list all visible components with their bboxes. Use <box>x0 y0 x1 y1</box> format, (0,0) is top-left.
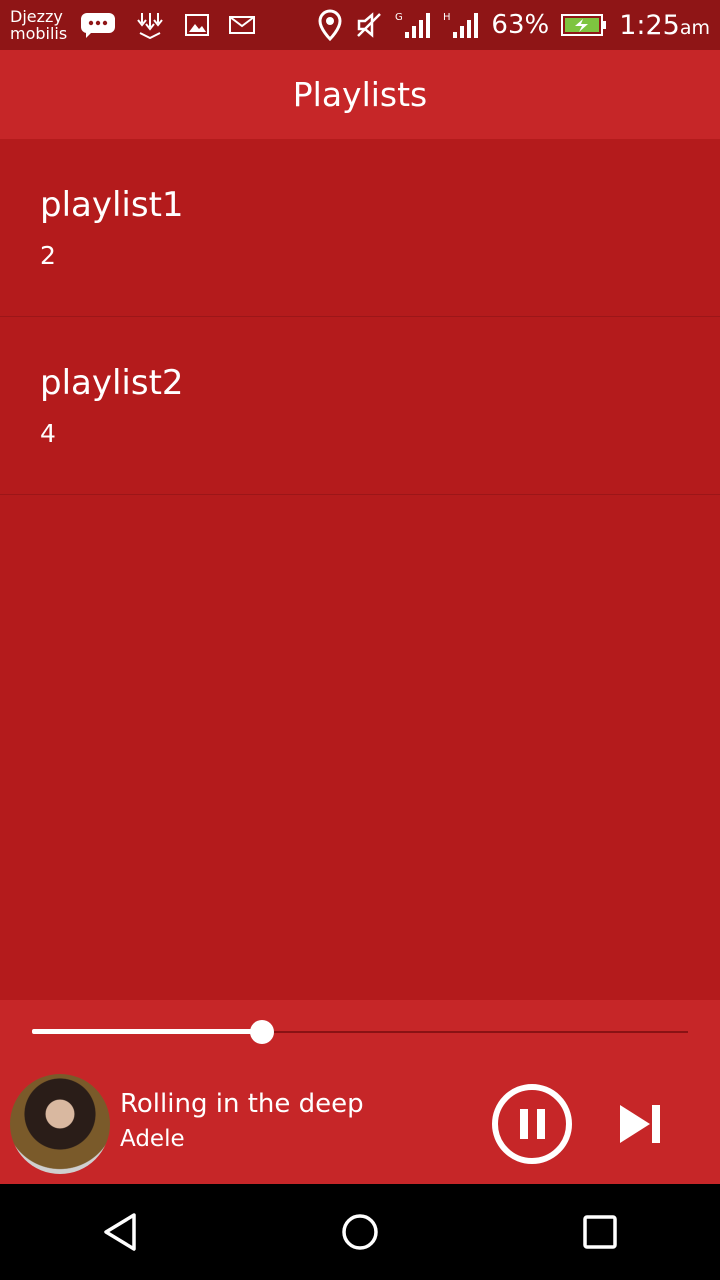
pause-icon <box>519 1109 528 1139</box>
home-icon <box>342 1214 378 1250</box>
playlist-song-count: 2 <box>40 241 56 270</box>
back-button[interactable] <box>90 1202 150 1262</box>
mail-icon <box>228 14 256 36</box>
clock-time: 1:25 <box>619 9 680 41</box>
now-playing-bar: Rolling in the deep Adele <box>0 1000 720 1184</box>
clock: 1:25am <box>619 10 710 41</box>
skip-next-icon <box>620 1105 660 1143</box>
seek-thumb[interactable] <box>249 1020 274 1044</box>
seek-progress <box>32 1029 262 1034</box>
signal-h-icon: H <box>443 10 479 40</box>
signal-g-icon: G <box>395 10 431 40</box>
carrier-label: Djezzy mobilis <box>10 8 72 42</box>
playlist-name: playlist2 <box>40 363 184 403</box>
album-art[interactable] <box>10 1074 110 1174</box>
playlist-list: playlist1 2 playlist2 4 <box>0 139 720 495</box>
track-title: Rolling in the deep <box>120 1089 364 1119</box>
app-bar: Playlists <box>0 50 720 139</box>
status-bar: Djezzy mobilis G H 63% 1:25am <box>0 0 720 50</box>
pause-button[interactable] <box>492 1084 572 1164</box>
playlist-song-count: 4 <box>40 419 56 448</box>
carrier-line1: Djezzy <box>10 7 63 26</box>
home-button[interactable] <box>330 1202 390 1262</box>
download-icon <box>134 11 166 39</box>
location-icon <box>317 9 343 41</box>
carrier-line2: mobilis <box>10 24 68 43</box>
svg-text:H: H <box>443 12 451 23</box>
next-button[interactable] <box>618 1102 662 1146</box>
mute-icon <box>355 11 383 39</box>
system-nav-bar <box>0 1184 720 1280</box>
message-icon <box>80 12 116 38</box>
image-icon <box>184 13 210 37</box>
track-artist: Adele <box>120 1126 185 1152</box>
battery-charging-icon <box>561 13 607 37</box>
svg-text:G: G <box>395 12 403 23</box>
playlist-name: playlist1 <box>40 185 184 225</box>
seek-bar[interactable] <box>32 1020 688 1044</box>
clock-suffix: am <box>679 16 710 39</box>
recents-icon <box>583 1215 617 1249</box>
pause-icon <box>536 1109 545 1139</box>
page-title: Playlists <box>292 75 428 114</box>
back-icon <box>104 1213 136 1251</box>
recents-button[interactable] <box>570 1202 630 1262</box>
battery-percent: 63% <box>491 10 550 40</box>
playlist-row[interactable]: playlist1 2 <box>0 139 720 317</box>
playlist-row[interactable]: playlist2 4 <box>0 317 720 495</box>
